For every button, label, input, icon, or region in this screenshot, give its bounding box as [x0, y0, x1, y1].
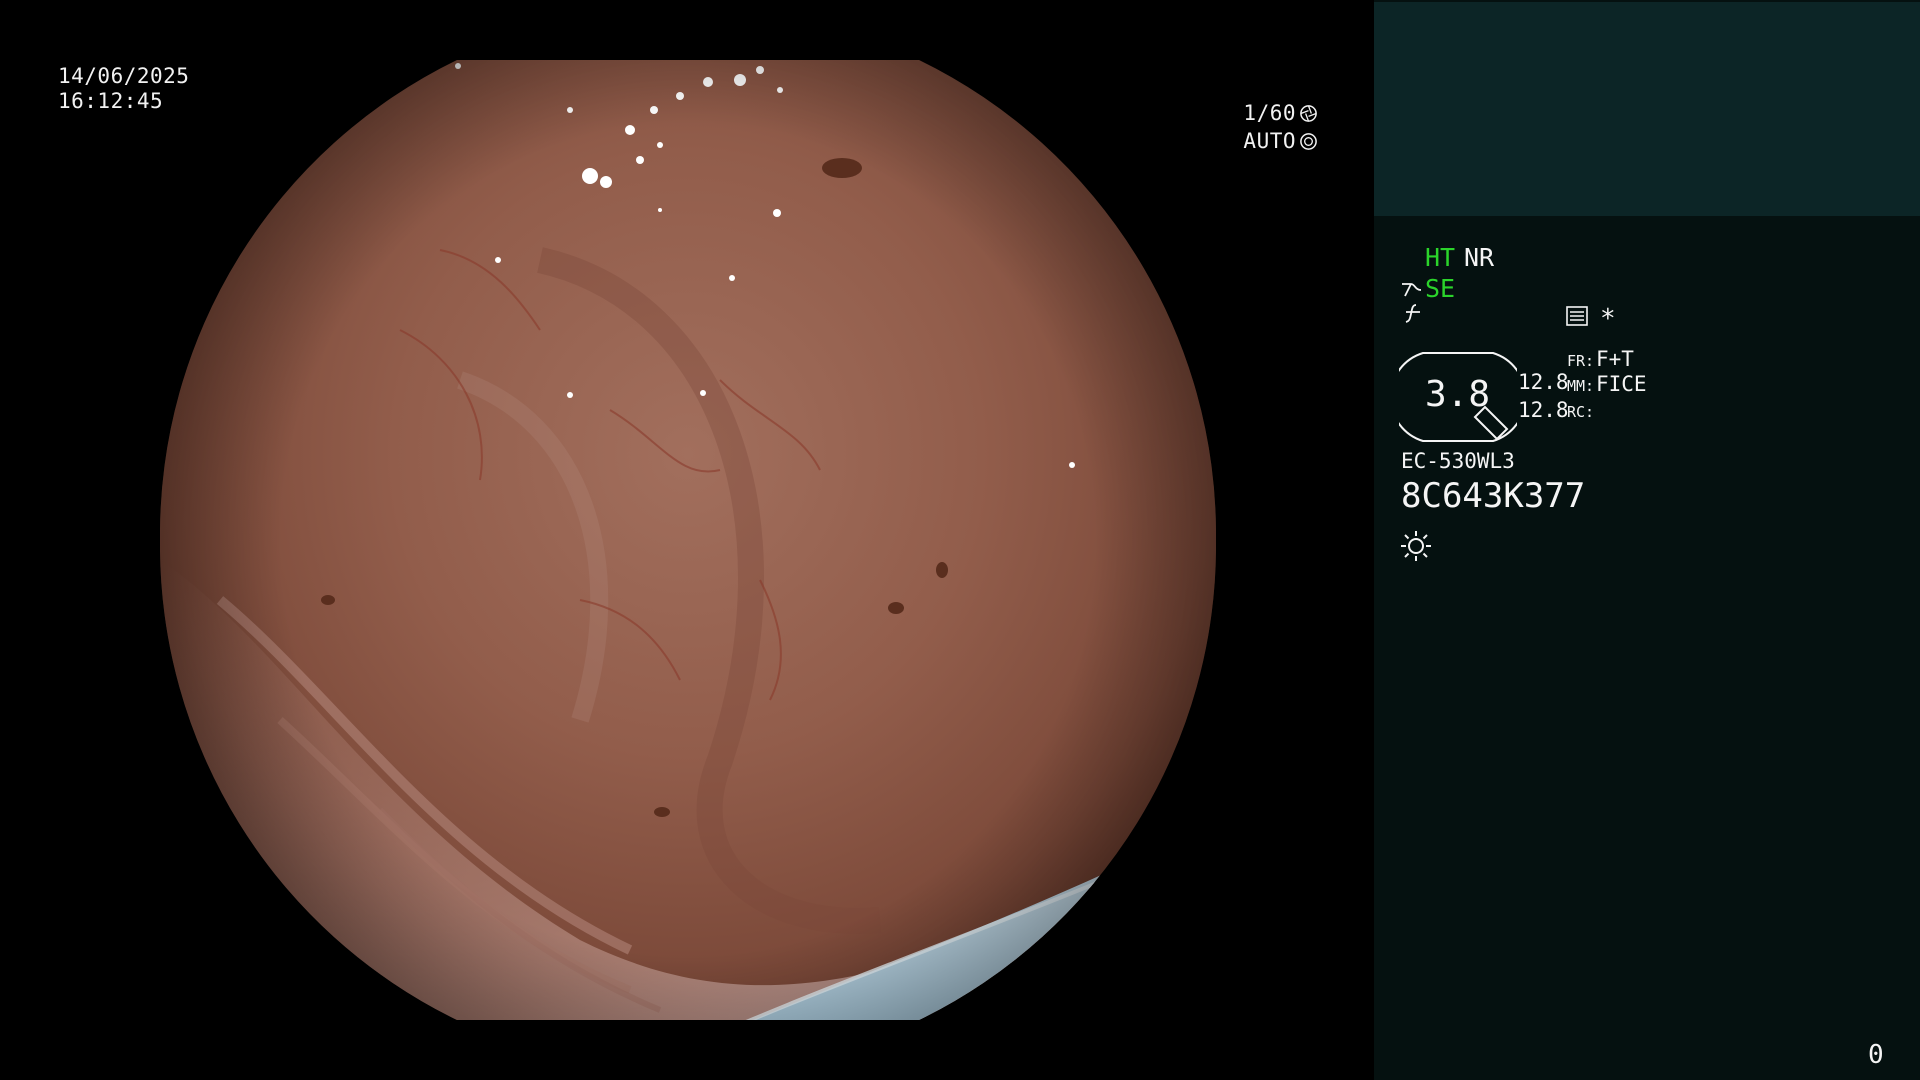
settings-list-icon [1566, 306, 1588, 330]
time-text: 16:12:45 [58, 89, 164, 113]
mucosa-image [160, 60, 1216, 1020]
scope-model: EC-530WL3 [1401, 449, 1515, 473]
structure-enhance-icon [1401, 276, 1423, 304]
shutter-text: 1/60 [1243, 100, 1296, 125]
light-source-icon [1401, 531, 1431, 561]
fr-label: FR: [1567, 352, 1595, 370]
date-text: 14/06/2025 [58, 64, 190, 88]
fr-value: F+T [1596, 347, 1634, 371]
parameter-value-1: 12.8 [1518, 370, 1569, 394]
function-icon [1402, 302, 1424, 330]
info-panel: HT NR SE * 3.8 12.8 12.8 FR: MM: RC: F+T… [1374, 0, 1920, 1080]
image-counter: 0 [1868, 1040, 1884, 1070]
rc-label: RC: [1567, 403, 1595, 421]
datetime-display: 14/06/2025 16:12:45 [58, 64, 189, 114]
mode-nr: NR [1464, 243, 1495, 272]
endoscopy-monitor: 14/06/2025 16:12:45 1/60 AUTO HT NR SE *… [0, 0, 1920, 1080]
panel-header-area [1374, 2, 1920, 216]
iris-text: AUTO [1243, 128, 1296, 153]
zoom-value: 3.8 [1425, 374, 1491, 415]
scope-serial: 8C643K377 [1401, 476, 1586, 516]
aperture-icon [1300, 104, 1317, 122]
mm-label: MM: [1567, 377, 1595, 395]
mm-value: FICE [1596, 372, 1647, 396]
parameter-value-2: 12.8 [1518, 398, 1569, 422]
exposure-display: 1/60 AUTO [1243, 99, 1318, 155]
mode-se: SE [1425, 274, 1456, 303]
endoscope-view: 14/06/2025 16:12:45 1/60 AUTO [0, 0, 1374, 1080]
mode-ht: HT [1425, 243, 1456, 272]
iris-icon [1300, 132, 1317, 150]
asterisk-indicator: * [1600, 304, 1616, 334]
endoscopic-image [160, 0, 1216, 1080]
